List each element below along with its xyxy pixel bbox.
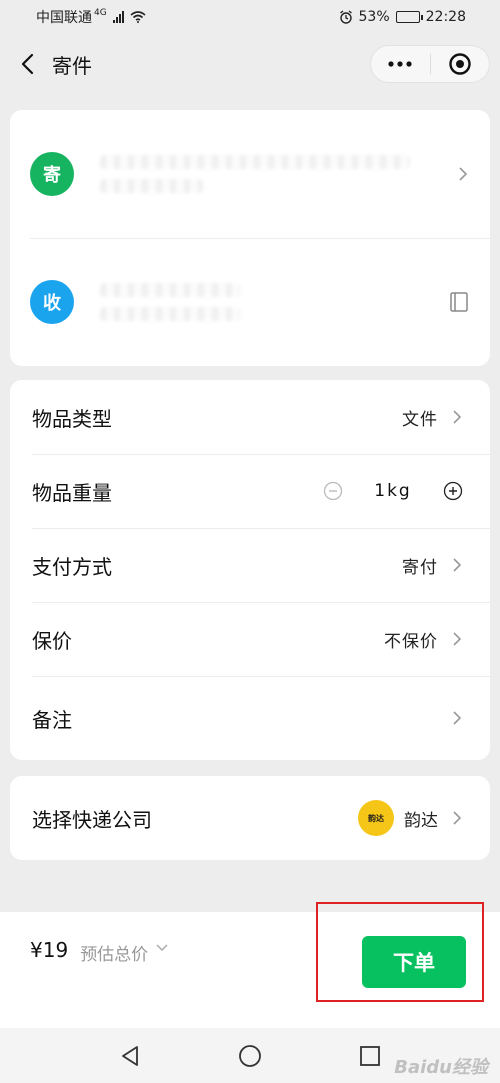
payment-method-row[interactable]: 支付方式 寄付	[10, 528, 490, 602]
sender-address-redacted	[100, 144, 444, 204]
chevron-right-icon	[456, 167, 470, 181]
item-type-value: 文件	[402, 409, 438, 430]
chevron-right-icon	[450, 811, 464, 825]
receiver-address-redacted	[100, 272, 436, 332]
address-book-icon[interactable]	[448, 291, 470, 313]
courier-logo: 韵达	[358, 800, 394, 836]
address-card: 寄 收	[10, 110, 490, 366]
chevron-right-icon	[450, 711, 464, 725]
plus-icon[interactable]	[442, 480, 464, 502]
shipment-options-card: 物品类型 文件 物品重量 1kg 支付方式 寄付 保价 不保价 备注	[10, 380, 490, 760]
battery-percent: 53%	[358, 9, 390, 25]
courier-select-row[interactable]: 选择快递公司 韵达 韵达	[10, 776, 490, 860]
courier-name: 韵达	[404, 810, 438, 831]
item-type-row[interactable]: 物品类型 文件	[10, 380, 490, 454]
sender-address-row[interactable]: 寄	[10, 110, 490, 238]
page-title: 寄件	[52, 53, 92, 78]
insurance-row[interactable]: 保价 不保价	[10, 602, 490, 676]
chevron-down-icon[interactable]	[156, 944, 168, 952]
chevron-right-icon	[450, 632, 464, 646]
minus-icon[interactable]	[322, 480, 344, 502]
system-nav-bar	[0, 1028, 500, 1083]
clock: 22:28	[425, 9, 466, 25]
carrier-name: 中国联通	[36, 10, 92, 26]
estimated-price: ¥19	[30, 938, 69, 962]
courier-card: 选择快递公司 韵达 韵达	[10, 776, 490, 860]
chevron-right-icon	[450, 410, 464, 424]
nav-bar: 寄件	[0, 34, 500, 94]
mini-program-capsule	[370, 45, 490, 83]
receiver-address-row[interactable]: 收	[10, 238, 490, 366]
close-mini-program-icon[interactable]	[431, 46, 490, 82]
weight-value: 1kg	[374, 481, 412, 501]
payment-method-value: 寄付	[402, 557, 438, 578]
place-order-button[interactable]: 下单	[362, 936, 466, 988]
receiver-badge: 收	[30, 280, 74, 324]
alarm-icon	[339, 10, 352, 24]
back-icon[interactable]	[16, 53, 38, 75]
sender-badge: 寄	[30, 152, 74, 196]
remark-label: 备注	[32, 707, 72, 732]
insurance-value: 不保价	[384, 631, 438, 652]
signal-icon	[112, 11, 124, 23]
courier-label: 选择快递公司	[32, 807, 152, 832]
item-weight-label: 物品重量	[32, 480, 112, 505]
courier-logo-text: 韵达	[368, 813, 384, 823]
battery-icon	[395, 11, 423, 23]
system-home-icon[interactable]	[235, 1041, 265, 1071]
remark-row[interactable]: 备注	[10, 676, 490, 760]
network-type: 4G	[94, 8, 107, 18]
item-type-label: 物品类型	[32, 406, 112, 431]
bottom-action-bar: ¥19 预估总价 下单	[0, 912, 500, 1028]
estimated-price-label[interactable]: 预估总价	[80, 940, 148, 965]
item-weight-row: 物品重量 1kg	[10, 454, 490, 528]
wifi-icon	[130, 11, 146, 23]
system-recents-icon[interactable]	[355, 1041, 385, 1071]
payment-method-label: 支付方式	[32, 554, 112, 579]
more-icon[interactable]	[371, 46, 430, 82]
status-bar: 中国联通 4G 53% 22:28	[0, 0, 500, 34]
chevron-right-icon	[450, 558, 464, 572]
weight-stepper: 1kg	[322, 480, 464, 502]
system-back-icon[interactable]	[115, 1041, 145, 1071]
insurance-label: 保价	[32, 628, 72, 653]
